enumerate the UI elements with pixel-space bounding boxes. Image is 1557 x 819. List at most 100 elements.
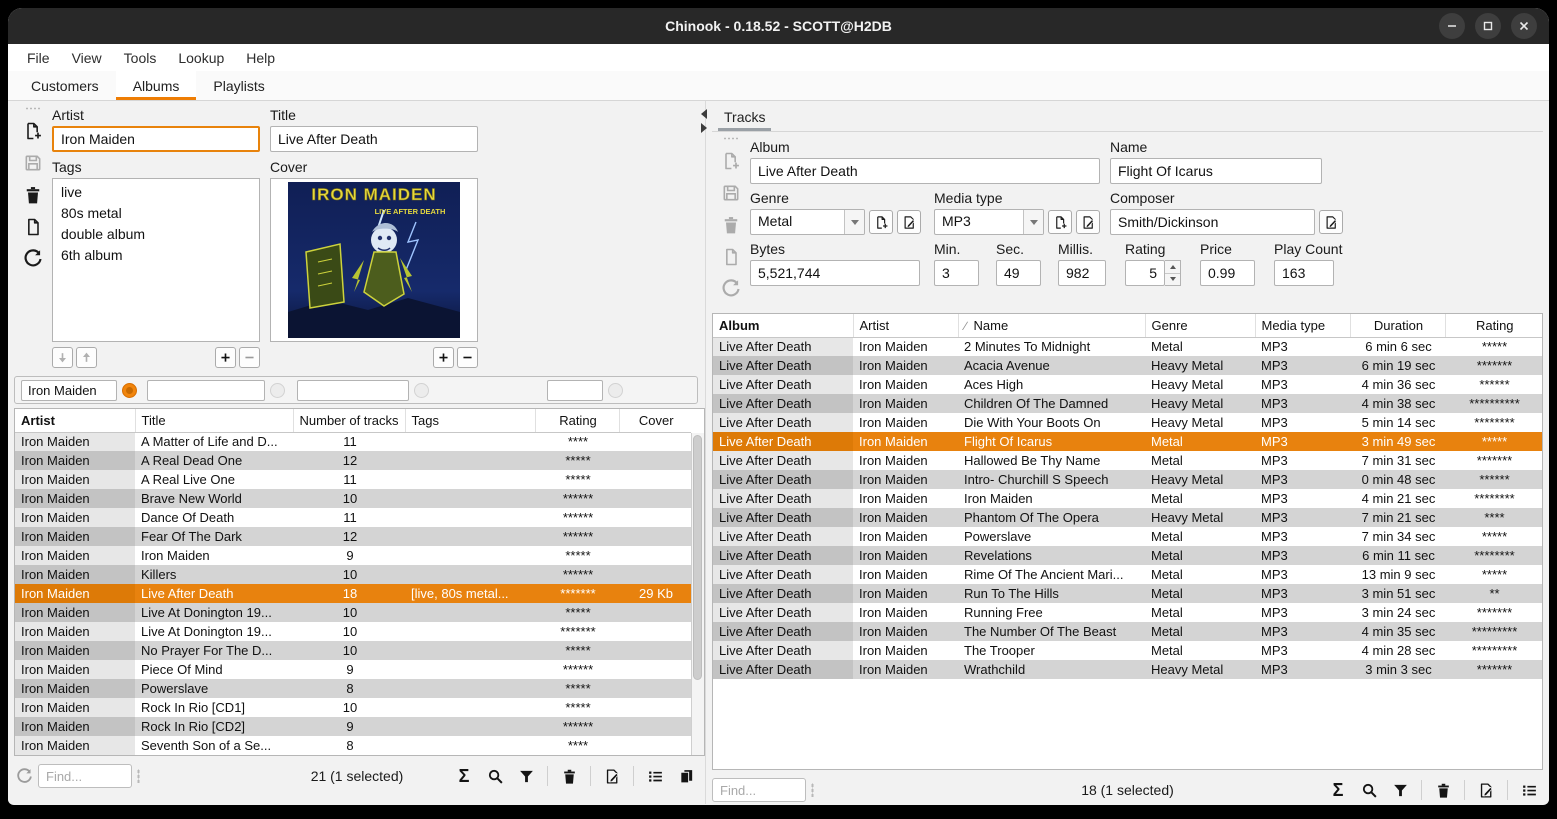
maximize-button[interactable] (1475, 13, 1501, 39)
table-cell[interactable]: ***** (1445, 432, 1542, 451)
table-cell[interactable]: Iron Maiden (853, 375, 958, 394)
table-cell[interactable]: Rock In Rio [CD1] (135, 698, 293, 717)
table-cell[interactable] (619, 508, 691, 527)
table-cell[interactable]: Running Free (958, 603, 1145, 622)
table-cell[interactable]: MP3 (1255, 451, 1350, 470)
table-cell[interactable]: ******* (1445, 603, 1542, 622)
table-cell[interactable]: ******* (1445, 660, 1542, 679)
delete-rows-button[interactable] (559, 766, 579, 786)
table-cell[interactable]: Iron Maiden (15, 489, 135, 508)
table-cell[interactable]: ***** (535, 603, 619, 622)
table-cell[interactable] (405, 489, 535, 508)
table-cell[interactable]: Iron Maiden (853, 451, 958, 470)
table-cell[interactable] (405, 432, 535, 451)
find-handle[interactable] (137, 769, 140, 783)
table-cell[interactable] (405, 622, 535, 641)
table-cell[interactable]: [live, 80s metal... (405, 584, 535, 603)
table-cell[interactable]: ***** (1445, 527, 1542, 546)
table-cell[interactable]: 2 Minutes To Midnight (958, 337, 1145, 356)
search-button[interactable] (1359, 780, 1379, 800)
price-field[interactable] (1200, 260, 1255, 286)
table-row[interactable]: Iron MaidenNo Prayer For The D...10***** (15, 641, 691, 660)
column-header[interactable]: Album (713, 314, 853, 337)
table-cell[interactable]: 4 min 28 sec (1350, 641, 1445, 660)
table-cell[interactable] (619, 470, 691, 489)
table-cell[interactable]: Metal (1145, 527, 1255, 546)
find-handle[interactable] (811, 783, 814, 797)
delete-rows-button[interactable] (1433, 780, 1453, 800)
table-cell[interactable]: Live After Death (713, 375, 853, 394)
artist-field[interactable] (52, 126, 260, 152)
table-cell[interactable]: 6 min 11 sec (1350, 546, 1445, 565)
table-cell[interactable]: ******* (1445, 451, 1542, 470)
rating-field[interactable] (1125, 260, 1165, 286)
table-cell[interactable]: Iron Maiden (853, 432, 958, 451)
tab-playlists[interactable]: Playlists (196, 71, 281, 100)
move-tag-down-button[interactable] (52, 347, 73, 368)
table-cell[interactable]: Iron Maiden (15, 584, 135, 603)
table-cell[interactable]: Killers (135, 565, 293, 584)
table-cell[interactable] (405, 565, 535, 584)
chevron-down-icon[interactable] (1023, 210, 1043, 234)
media-type-combo[interactable]: MP3 (934, 209, 1044, 235)
table-cell[interactable]: Aces High (958, 375, 1145, 394)
column-header[interactable]: Tags (405, 409, 535, 432)
column-header[interactable]: Rating (535, 409, 619, 432)
table-row[interactable]: Live After DeathIron MaidenRun To The Hi… (713, 584, 1542, 603)
table-cell[interactable]: Rock In Rio [CD2] (135, 717, 293, 736)
table-row[interactable]: Live After DeathIron MaidenPowerslaveMet… (713, 527, 1542, 546)
table-cell[interactable]: Live After Death (713, 603, 853, 622)
table-cell[interactable]: 7 min 31 sec (1350, 451, 1445, 470)
table-cell[interactable]: Heavy Metal (1145, 375, 1255, 394)
table-cell[interactable]: ********** (1445, 394, 1542, 413)
table-cell[interactable]: Metal (1145, 641, 1255, 660)
table-cell[interactable]: Iron Maiden (853, 394, 958, 413)
table-row[interactable]: Iron MaidenRock In Rio [CD2]9****** (15, 717, 691, 736)
summary-button[interactable]: Σ (1328, 780, 1348, 800)
table-cell[interactable]: Iron Maiden (15, 565, 135, 584)
sec-field[interactable] (996, 260, 1041, 286)
table-cell[interactable]: A Real Live One (135, 470, 293, 489)
table-cell[interactable]: MP3 (1255, 356, 1350, 375)
collapse-left-icon[interactable] (701, 109, 707, 119)
table-cell[interactable]: 18 (293, 584, 405, 603)
filter-button[interactable] (516, 766, 536, 786)
add-record-button[interactable] (20, 118, 46, 144)
table-cell[interactable] (405, 470, 535, 489)
table-cell[interactable] (619, 451, 691, 470)
table-row[interactable]: Iron MaidenDance Of Death11****** (15, 508, 691, 527)
table-cell[interactable]: Iron Maiden (15, 451, 135, 470)
add-record-button[interactable] (718, 148, 744, 174)
table-cell[interactable]: ****** (535, 717, 619, 736)
table-cell[interactable] (619, 489, 691, 508)
table-cell[interactable]: **** (535, 432, 619, 451)
summary-button[interactable]: Σ (454, 766, 474, 786)
table-cell[interactable]: Iron Maiden (853, 622, 958, 641)
table-cell[interactable]: 4 min 38 sec (1350, 394, 1445, 413)
table-row[interactable]: Live After DeathIron MaidenChildren Of T… (713, 394, 1542, 413)
table-cell[interactable]: ****** (535, 565, 619, 584)
table-row[interactable]: Live After DeathIron MaidenAces HighHeav… (713, 375, 1542, 394)
table-cell[interactable]: ***** (1445, 565, 1542, 584)
toolbar-handle[interactable] (25, 107, 41, 110)
table-cell[interactable]: Live After Death (713, 432, 853, 451)
title-field[interactable] (270, 126, 478, 152)
table-row[interactable]: Iron MaidenKillers10****** (15, 565, 691, 584)
table-cell[interactable]: Iron Maiden (15, 546, 135, 565)
table-cell[interactable]: MP3 (1255, 603, 1350, 622)
artist-filter-input[interactable] (21, 380, 117, 401)
table-row[interactable]: Iron MaidenA Real Dead One12***** (15, 451, 691, 470)
table-cell[interactable]: MP3 (1255, 508, 1350, 527)
table-cell[interactable]: ***** (535, 679, 619, 698)
table-cell[interactable]: Live After Death (713, 622, 853, 641)
table-cell[interactable]: Run To The Hills (958, 584, 1145, 603)
table-cell[interactable]: Iron Maiden (853, 508, 958, 527)
tag-item[interactable]: live (53, 182, 259, 203)
columns-button[interactable] (1519, 780, 1539, 800)
title-filter-radio[interactable] (270, 383, 285, 398)
table-cell[interactable] (619, 698, 691, 717)
remove-cover-button[interactable] (457, 347, 478, 368)
table-cell[interactable]: Iron Maiden (15, 603, 135, 622)
table-cell[interactable]: Die With Your Boots On (958, 413, 1145, 432)
table-cell[interactable]: ****** (535, 508, 619, 527)
